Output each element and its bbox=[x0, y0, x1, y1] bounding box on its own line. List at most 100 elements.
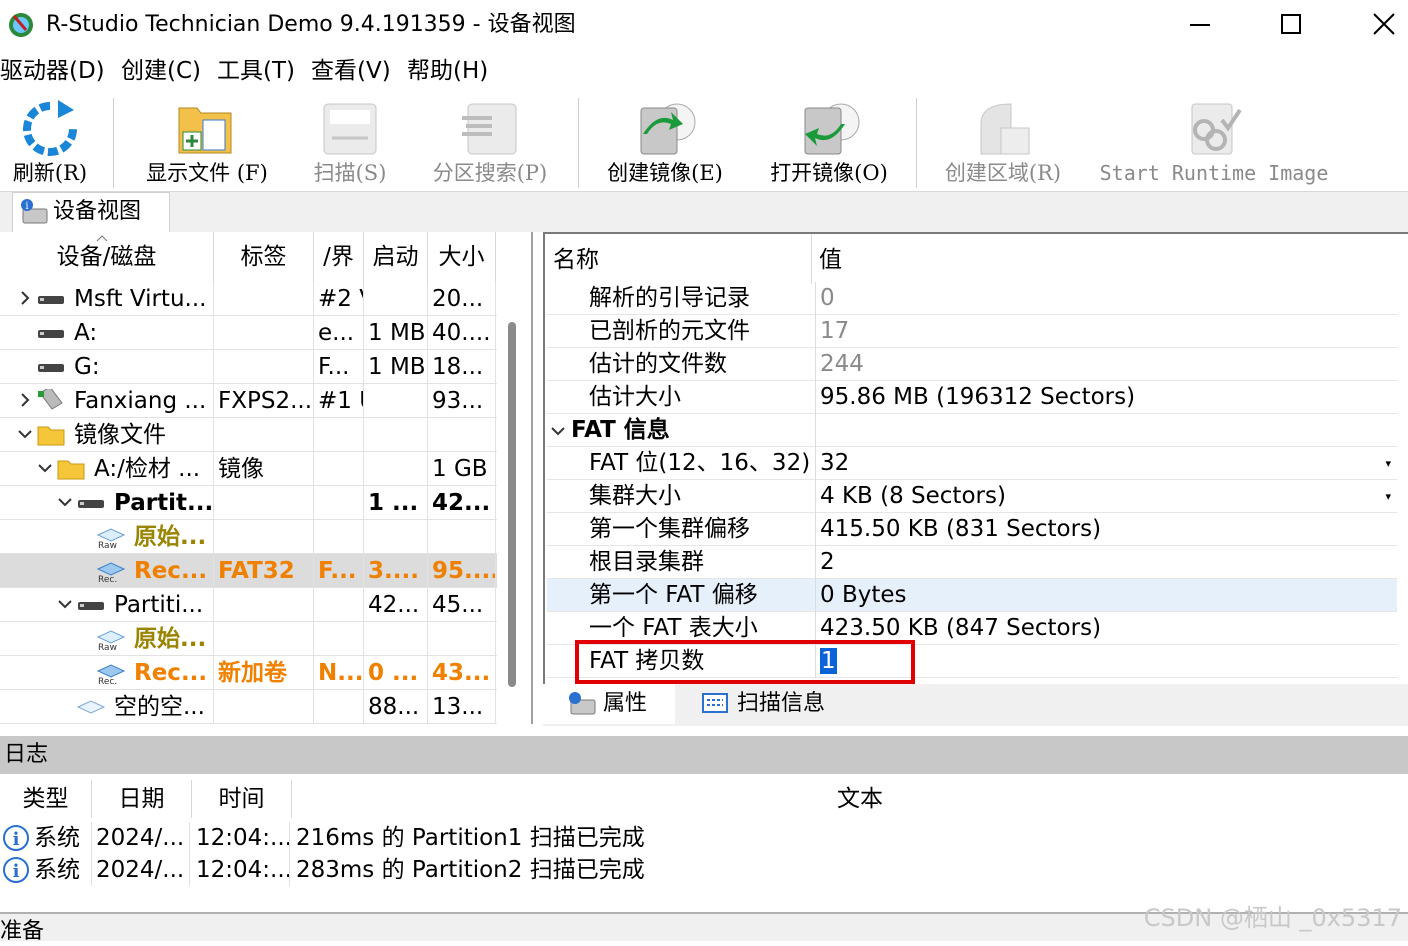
log-column-text[interactable]: 文本 bbox=[292, 780, 1408, 818]
tab-properties[interactable]: 属性 bbox=[543, 684, 675, 724]
properties-panel: 名称 值 解析的引导记录 0 已剖析的元文件 17 估计的文件数 244 估计大小 95.86… bbox=[543, 232, 1408, 684]
tree-row[interactable]: Raw 原始... bbox=[0, 622, 497, 656]
log-column-time[interactable]: 时间 bbox=[192, 780, 292, 818]
tree-cell-label bbox=[218, 588, 314, 622]
tab-device-view-label: 设备视图 bbox=[53, 199, 142, 224]
annotation-highlight-box bbox=[575, 640, 915, 684]
menu-drives[interactable]: 驱动器(D) bbox=[0, 56, 105, 86]
info-icon: i bbox=[2, 824, 30, 852]
column-header-size[interactable]: 大小 bbox=[428, 232, 496, 282]
property-value bbox=[815, 414, 1397, 447]
tree-scrollbar[interactable] bbox=[508, 322, 516, 687]
tree-row[interactable]: Rec. Rec... FAT32 F... 3.... 95.... bbox=[0, 554, 497, 588]
property-name: 第一个集群偏移 bbox=[589, 516, 750, 542]
menu-help[interactable]: 帮助(H) bbox=[407, 56, 488, 86]
dropdown-arrow-icon[interactable]: ▾ bbox=[1385, 447, 1391, 480]
property-row[interactable]: 解析的引导记录 0 bbox=[547, 282, 1397, 315]
property-row[interactable]: 已剖析的元文件 17 bbox=[547, 315, 1397, 348]
open-image-button[interactable]: 打开镜像(O) bbox=[756, 94, 902, 192]
tree-cell-fs: F... bbox=[318, 554, 364, 588]
svg-text:i: i bbox=[25, 201, 28, 212]
app-icon bbox=[6, 10, 36, 40]
create-region-button[interactable]: 创建区域(R) bbox=[930, 94, 1076, 192]
tab-device-view[interactable]: i 设备视图 bbox=[12, 192, 170, 232]
tree-cell-name: 镜像文件 bbox=[74, 418, 214, 452]
toolbar-separator bbox=[578, 98, 579, 188]
property-value: 17 bbox=[815, 315, 1397, 348]
menu-view[interactable]: 查看(V) bbox=[311, 56, 391, 86]
scan-button[interactable]: 扫描(S) bbox=[300, 94, 400, 192]
properties-icon bbox=[567, 690, 597, 718]
tree-cell-label bbox=[218, 418, 314, 452]
column-header-fs[interactable]: /界 bbox=[314, 232, 364, 282]
create-image-button[interactable]: 创建镜像(E) bbox=[592, 94, 738, 192]
toolbar: 刷新(R) 显示文件 (F) 扫描(S) 分区搜索(P) 创建镜像(E) 打开镜… bbox=[0, 94, 1408, 192]
tree-cell-label bbox=[218, 350, 314, 384]
menu-bar: 驱动器(D) 创建(C) 工具(T) 查看(V) 帮助(H) bbox=[0, 50, 1408, 94]
tree-row[interactable]: Partit... 1 ... 42... bbox=[0, 486, 497, 520]
disk-icon bbox=[36, 287, 66, 311]
disk-icon bbox=[36, 321, 66, 345]
tab-scan-info[interactable]: 扫描信息 bbox=[679, 684, 855, 724]
show-files-button[interactable]: 显示文件 (F) bbox=[128, 94, 286, 192]
property-row[interactable]: 第一个集群偏移 415.50 KB (831 Sectors) bbox=[547, 513, 1397, 546]
tree-row[interactable]: Msft Virtu... #2 Virt... 20... bbox=[0, 282, 497, 316]
minimize-button[interactable] bbox=[1176, 8, 1222, 42]
property-value: 415.50 KB (831 Sectors) bbox=[815, 513, 1397, 546]
chevron-down-icon[interactable] bbox=[18, 427, 32, 441]
property-row[interactable]: 集群大小 4 KB (8 Sectors) ▾ bbox=[547, 480, 1397, 513]
tree-cell-size bbox=[432, 622, 496, 656]
tree-row[interactable]: Fanxiang ...FXPS2...#1 USB 93... bbox=[0, 384, 497, 418]
property-row[interactable]: 根目录集群 2 bbox=[547, 546, 1397, 579]
menu-create[interactable]: 创建(C) bbox=[121, 56, 201, 86]
chevron-down-icon[interactable] bbox=[58, 597, 72, 611]
raw-file-icon: Raw bbox=[96, 627, 126, 651]
tree-row[interactable]: A: e... 1 MB 40.... bbox=[0, 316, 497, 350]
tree-row[interactable]: A:/检材 ... 镜像 1 GB bbox=[0, 452, 497, 486]
prop-header-value[interactable]: 值 bbox=[819, 242, 842, 278]
window-title: R-Studio Technician Demo 9.4.191359 - 设备… bbox=[46, 12, 576, 37]
tree-row[interactable]: Partiti... 42... 45... bbox=[0, 588, 497, 622]
property-row[interactable]: 估计的文件数 244 bbox=[547, 348, 1397, 381]
chevron-right-icon[interactable] bbox=[18, 393, 32, 407]
tree-row[interactable]: Rec. Rec... 新加卷 N... 0 ... 43... bbox=[0, 656, 497, 690]
property-group-row[interactable]: FAT 信息 bbox=[547, 414, 1397, 447]
property-row[interactable]: 第一个 FAT 偏移 0 Bytes bbox=[547, 579, 1397, 612]
tree-cell-fs bbox=[318, 520, 364, 554]
refresh-button[interactable]: 刷新(R) bbox=[0, 94, 100, 192]
tree-cell-label: FXPS2... bbox=[218, 384, 314, 418]
log-column-type[interactable]: 类型 bbox=[0, 780, 92, 818]
chevron-down-icon[interactable] bbox=[551, 424, 565, 438]
property-row[interactable]: 估计大小 95.86 MB (196312 Sectors) bbox=[547, 381, 1397, 414]
chevron-down-icon[interactable] bbox=[58, 495, 72, 509]
close-button[interactable] bbox=[1360, 8, 1406, 42]
property-row[interactable]: FAT 位(12、16、32) 32 ▾ bbox=[547, 447, 1397, 480]
tree-cell-size: 13... bbox=[432, 690, 496, 724]
chevron-right-icon[interactable] bbox=[18, 291, 32, 305]
prop-header-name[interactable]: 名称 bbox=[553, 242, 599, 278]
tree-row[interactable]: Raw 原始... bbox=[0, 520, 497, 554]
partition-search-button[interactable]: 分区搜索(P) bbox=[420, 94, 560, 192]
column-header-start[interactable]: 启动 bbox=[364, 232, 428, 282]
device-view-icon: i bbox=[19, 197, 49, 227]
tree-row[interactable]: 空的空... 88... 13... bbox=[0, 690, 497, 724]
log-column-date[interactable]: 日期 bbox=[92, 780, 192, 818]
log-cell-type: 系统 bbox=[34, 854, 92, 886]
column-header-device[interactable]: 设备/磁盘 bbox=[0, 232, 214, 282]
start-runtime-image-button[interactable]: Start Runtime Image bbox=[1096, 94, 1332, 192]
tree-cell-fs: #1 USB bbox=[318, 384, 364, 418]
tree-row[interactable]: 镜像文件 bbox=[0, 418, 497, 452]
svg-text:Rec.: Rec. bbox=[98, 575, 117, 583]
tree-cell-name: Rec... bbox=[134, 656, 214, 690]
maximize-button[interactable] bbox=[1268, 8, 1314, 42]
tree-cell-label bbox=[218, 282, 314, 316]
tree-row[interactable]: G: F... 1 MB 18... bbox=[0, 350, 497, 384]
tree-cell-name: Fanxiang ... bbox=[74, 384, 214, 418]
svg-text:Rec.: Rec. bbox=[98, 677, 117, 685]
menu-tools[interactable]: 工具(T) bbox=[217, 56, 295, 86]
tree-cell-name: G: bbox=[74, 350, 214, 384]
chevron-down-icon[interactable] bbox=[38, 461, 52, 475]
column-header-label[interactable]: 标签 bbox=[214, 232, 314, 282]
dropdown-arrow-icon[interactable]: ▾ bbox=[1385, 480, 1391, 513]
tree-cell-name: Partiti... bbox=[114, 588, 214, 622]
